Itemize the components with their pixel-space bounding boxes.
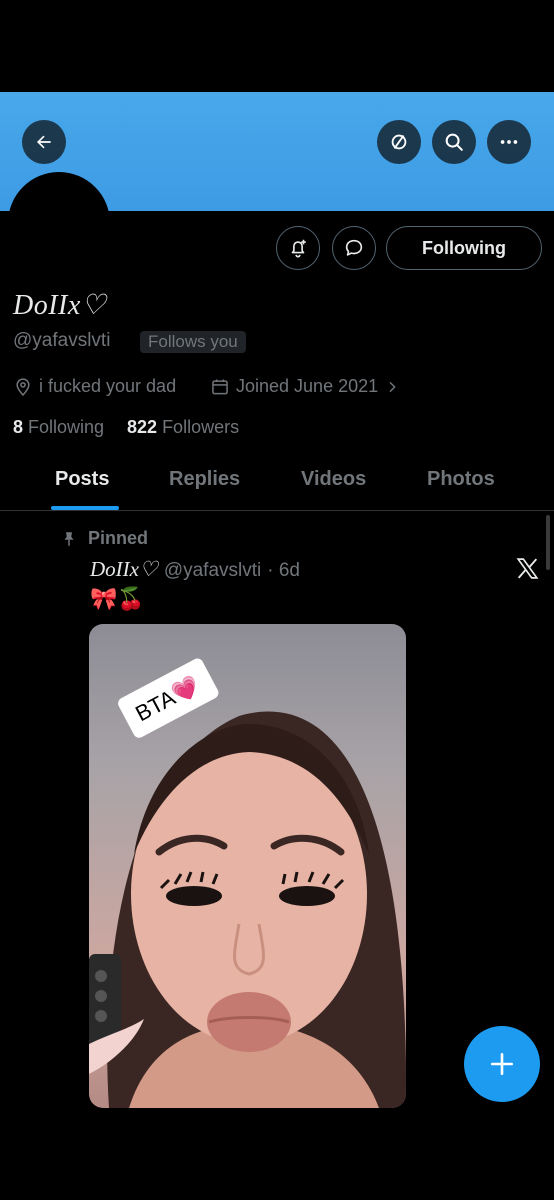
following-count: 8 [13, 417, 24, 437]
following-button[interactable]: Following [386, 226, 542, 270]
calendar-icon [212, 379, 228, 394]
handle: @yafavslvti [13, 330, 111, 351]
followers-label: Followers [162, 417, 240, 437]
back-button[interactable] [22, 120, 66, 164]
post-text: 🎀🍒 [90, 586, 145, 611]
portrait-illustration: BTA💗 [89, 658, 406, 1108]
compose-button[interactable] [464, 1026, 540, 1102]
location-pin-icon [16, 377, 30, 396]
message-button[interactable] [332, 226, 376, 270]
hide-button[interactable] [377, 120, 421, 164]
location-text: i fucked your dad [39, 376, 177, 396]
location: i fucked your dad [13, 376, 176, 397]
joined-text: Joined June 2021 [236, 376, 379, 396]
post-author-name[interactable]: DoIIx♡ [90, 557, 158, 582]
eye-slash-icon [391, 134, 407, 150]
followers-count-link[interactable]: 822 Followers [127, 417, 239, 438]
more-button[interactable] [487, 120, 531, 164]
search-button[interactable] [432, 120, 476, 164]
tab-posts[interactable]: Posts [55, 468, 109, 491]
search-icon [445, 133, 463, 151]
joined-date[interactable]: Joined June 2021 [210, 376, 400, 397]
followers-count: 822 [127, 417, 158, 437]
scrollbar[interactable] [546, 515, 550, 570]
tab-videos[interactable]: Videos [301, 468, 366, 491]
post-time: · 6d [267, 560, 300, 581]
more-horizontal-icon [500, 140, 518, 144]
post-author-handle[interactable]: @yafavslvti [164, 560, 261, 582]
x-logo-icon[interactable] [515, 556, 540, 581]
pin-icon [64, 531, 74, 546]
arrow-left-icon [37, 135, 51, 149]
notify-button[interactable] [276, 226, 320, 270]
bell-plus-icon [291, 239, 306, 258]
pinned-label: Pinned [60, 528, 148, 549]
post-header: DoIIx♡ @yafavslvti · 6d [90, 557, 300, 582]
chevron-right-icon [389, 381, 396, 392]
chat-bubble-icon [345, 239, 363, 256]
plus-icon [490, 1052, 514, 1076]
tab-divider [0, 510, 554, 511]
tab-replies[interactable]: Replies [169, 468, 240, 491]
following-label: Following [28, 417, 105, 437]
avatar[interactable] [8, 172, 110, 274]
follows-you-badge: Follows you [140, 331, 246, 353]
post-photo[interactable]: BTA💗 [89, 624, 406, 1108]
following-count-link[interactable]: 8 Following [13, 417, 104, 438]
display-name: DoIIx♡ [13, 290, 107, 321]
tab-photos[interactable]: Photos [427, 468, 495, 491]
pinned-text: Pinned [88, 528, 149, 548]
